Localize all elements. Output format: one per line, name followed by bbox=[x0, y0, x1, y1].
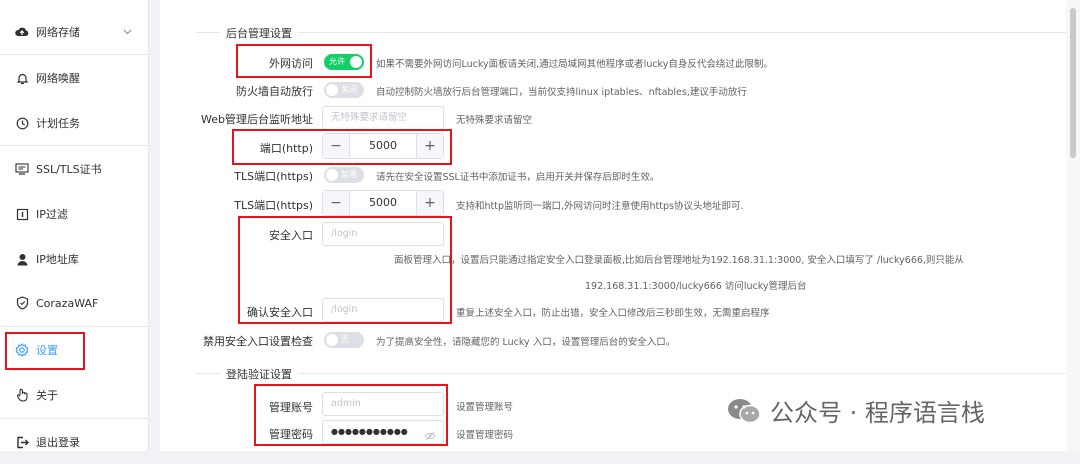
firewall-label: 防火墙自动放行 bbox=[236, 85, 313, 98]
sidebar-item-label: SSL/TLS证书 bbox=[36, 163, 102, 176]
cloud-icon bbox=[14, 24, 30, 40]
confirm-entry-input[interactable]: /login bbox=[322, 298, 444, 322]
sidebar-item-wakeup[interactable]: 网络唤醒 bbox=[0, 56, 148, 100]
divider bbox=[0, 145, 148, 146]
sidebar-item-storage[interactable]: 网络存储 bbox=[0, 10, 148, 54]
section-title-login: 登陆验证设置 bbox=[220, 366, 298, 382]
account-input[interactable]: admin bbox=[322, 392, 444, 416]
tls-port-label: TLS端口(https) bbox=[234, 199, 313, 212]
certificate-icon bbox=[14, 161, 30, 177]
section-title-backend: 后台管理设置 bbox=[220, 25, 298, 41]
tls-port-hint: 支持和http监听同一端口,外网访问时注意使用https协议头地址即可. bbox=[456, 201, 744, 212]
sidebar-item-label: 计划任务 bbox=[36, 117, 80, 130]
switch-knob bbox=[350, 56, 362, 68]
http-port-label: 端口(http) bbox=[259, 142, 313, 155]
switch-text: 关闭 bbox=[341, 85, 357, 94]
switch-knob bbox=[326, 169, 338, 181]
bell-icon bbox=[14, 70, 30, 86]
sidebar-item-about[interactable]: 关于 bbox=[0, 373, 148, 417]
increment-button[interactable]: + bbox=[416, 191, 443, 215]
confirm-entry-label: 确认安全入口 bbox=[247, 306, 313, 319]
chevron-down-icon bbox=[123, 25, 132, 38]
wan-access-label: 外网访问 bbox=[269, 57, 313, 70]
decrement-button[interactable]: − bbox=[323, 134, 350, 158]
safe-entry-input[interactable]: /login bbox=[322, 222, 444, 246]
disable-check-label: 禁用安全入口设置检查 bbox=[203, 335, 313, 348]
shield-icon bbox=[14, 295, 30, 311]
web-listen-hint: 无特殊要求请留空 bbox=[456, 115, 533, 126]
section-divider bbox=[196, 373, 1066, 374]
gear-icon bbox=[14, 342, 30, 358]
clock-icon bbox=[14, 115, 30, 131]
wechat-icon bbox=[726, 397, 762, 425]
switch-text: 允许 bbox=[329, 57, 345, 66]
sidebar-item-label: 网络唤醒 bbox=[36, 72, 80, 85]
sidebar-item-label: 关于 bbox=[36, 389, 58, 402]
decrement-button[interactable]: − bbox=[323, 191, 350, 215]
web-listen-input[interactable]: 无特殊要求请留空 bbox=[322, 106, 444, 130]
disable-check-hint: 为了提高安全性，请隐藏您的 Lucky 入口，设置管理后台的安全入口。 bbox=[376, 337, 676, 348]
switch-text: 否 bbox=[341, 335, 349, 344]
section-divider bbox=[196, 32, 1066, 33]
scrollbar[interactable] bbox=[1066, 0, 1080, 451]
password-hint: 设置管理密码 bbox=[456, 430, 514, 441]
sidebar: 网络存储 网络唤醒 计划任务 SSL/TLS证书 IP过滤 IP地址库 Cora… bbox=[0, 0, 149, 451]
sidebar-item-label: CorazaWAF bbox=[36, 296, 99, 310]
tls-switch-label: TLS端口(https) bbox=[234, 170, 313, 183]
http-port-stepper[interactable]: − 5000 + bbox=[322, 133, 444, 159]
sidebar-item-label: IP地址库 bbox=[36, 253, 79, 266]
sidebar-item-label: 网络存储 bbox=[36, 26, 80, 39]
sidebar-item-tasks[interactable]: 计划任务 bbox=[0, 101, 148, 145]
web-listen-label: Web管理后台监听地址 bbox=[201, 113, 313, 126]
disable-check-switch[interactable]: 否 bbox=[324, 332, 364, 348]
sidebar-item-ssl[interactable]: SSL/TLS证书 bbox=[0, 147, 148, 191]
tls-switch[interactable]: 禁用 bbox=[324, 167, 364, 183]
password-label: 管理密码 bbox=[269, 428, 313, 441]
divider bbox=[0, 326, 148, 327]
sidebar-item-label: IP过滤 bbox=[36, 208, 68, 221]
safe-entry-hint: 面板管理入口，设置后只能通过指定安全入口登录面板,比如后台管理地址为192.16… bbox=[394, 255, 964, 266]
switch-text: 禁用 bbox=[341, 170, 357, 179]
logout-icon bbox=[14, 434, 30, 450]
wan-access-hint: 如果不需要外网访问Lucky面板请关闭,通过局域网其他程序或者lucky自身反代… bbox=[376, 59, 773, 70]
switch-knob bbox=[326, 84, 338, 96]
divider bbox=[0, 418, 148, 419]
sidebar-item-waf[interactable]: CorazaWAF bbox=[0, 281, 148, 325]
tls-switch-hint: 请先在安全设置SSL证书中添加证书，启用开关并保存后即时生效。 bbox=[376, 172, 660, 183]
watermark-text: 公众号 · 程序语言栈 bbox=[770, 399, 985, 427]
increment-button[interactable]: + bbox=[416, 134, 443, 158]
eye-icon[interactable] bbox=[424, 426, 436, 445]
safe-entry-label: 安全入口 bbox=[269, 229, 313, 242]
switch-knob bbox=[326, 334, 338, 346]
scrollbar-thumb[interactable] bbox=[1070, 8, 1076, 158]
tls-port-value[interactable]: 5000 bbox=[350, 191, 416, 215]
sidebar-item-logout[interactable]: 退出登录 bbox=[0, 420, 148, 464]
account-label: 管理账号 bbox=[269, 401, 313, 414]
watermark: 公众号 · 程序语言栈 bbox=[726, 393, 985, 428]
tls-port-stepper[interactable]: − 5000 + bbox=[322, 190, 444, 216]
sidebar-item-iplib[interactable]: IP地址库 bbox=[0, 237, 148, 281]
sidebar-item-settings[interactable]: 设置 bbox=[0, 328, 148, 372]
account-hint: 设置管理账号 bbox=[456, 402, 514, 413]
http-port-value[interactable]: 5000 bbox=[350, 134, 416, 158]
pointer-icon bbox=[14, 387, 30, 403]
firewall-switch[interactable]: 关闭 bbox=[324, 82, 364, 98]
filter-icon bbox=[14, 206, 30, 222]
divider bbox=[0, 54, 148, 55]
user-icon bbox=[14, 251, 30, 267]
sidebar-item-ipfilter[interactable]: IP过滤 bbox=[0, 192, 148, 236]
firewall-hint: 自动控制防火墙放行后台管理端口，当前仅支持linux iptables、nfta… bbox=[376, 87, 747, 98]
sidebar-item-label: 设置 bbox=[36, 344, 58, 357]
safe-entry-hint-line2: 192.168.31.1:3000/lucky666 访问lucky管理后台 bbox=[585, 281, 807, 292]
wan-access-switch[interactable]: 允许 bbox=[324, 54, 364, 70]
sidebar-item-label: 退出登录 bbox=[36, 436, 80, 449]
confirm-entry-hint: 重复上述安全入口，防止出错，安全入口修改后三秒即生效，无需重启程序 bbox=[456, 308, 770, 319]
